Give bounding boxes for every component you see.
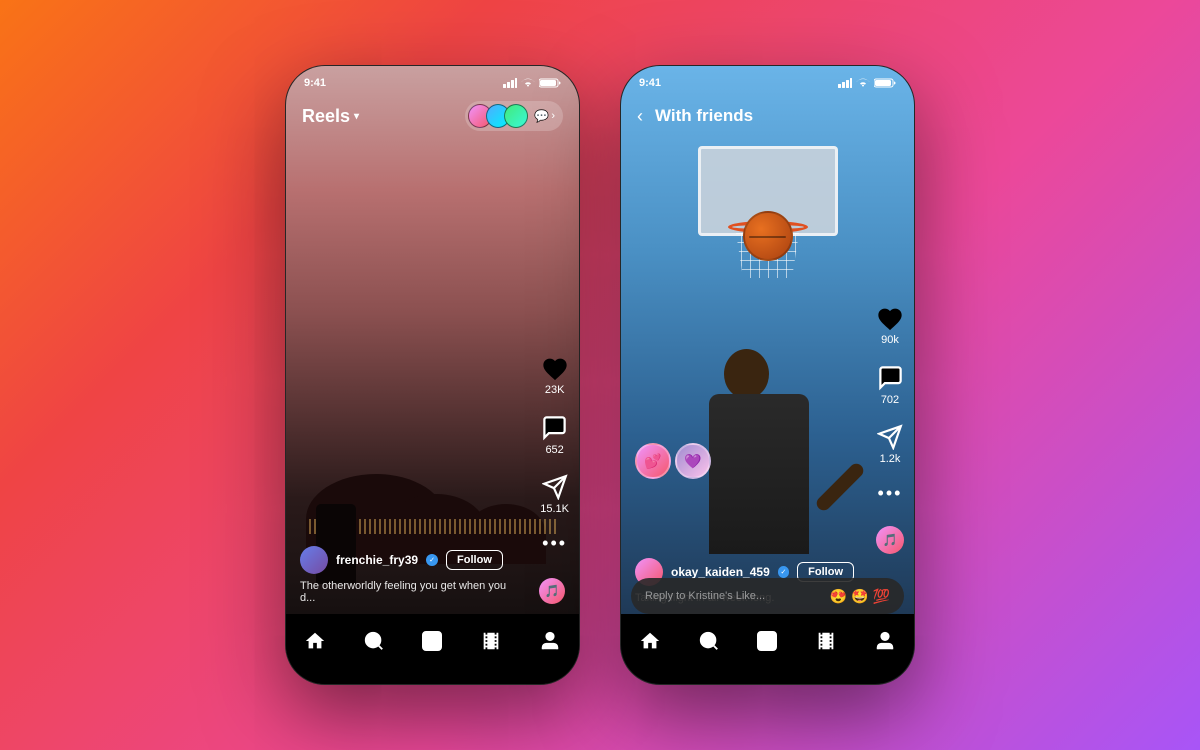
avatar-stack (468, 104, 528, 128)
nav-profile-2[interactable] (867, 623, 903, 659)
status-icons-2 (838, 78, 896, 88)
status-bar-1: 9:41 (286, 66, 579, 94)
verified-badge-2: ✓ (778, 566, 789, 578)
emoji-3[interactable]: 💯 (873, 588, 890, 605)
bottom-nav-2 (621, 614, 914, 684)
signal-icon-2 (838, 78, 852, 88)
user-avatar-1 (300, 546, 328, 574)
share-icon-2 (877, 424, 903, 450)
share-icon (542, 474, 568, 500)
reaction-1: 💕 (635, 443, 671, 479)
comment-count-1: 652 (545, 444, 563, 456)
video-caption-1: The otherworldly feeling you get when yo… (300, 580, 519, 604)
player-head (724, 349, 769, 399)
music-disc-2: 🎵 (876, 526, 904, 554)
reaction-2: 💜 (675, 443, 711, 479)
actions-panel-1: 23K 652 15.1K ••• (540, 355, 569, 554)
nav-add-2[interactable] (749, 623, 785, 659)
basketball-visual (621, 126, 914, 554)
username-2: okay_kaiden_459 (671, 565, 770, 579)
status-bar-2: 9:41 (621, 66, 914, 94)
basketball (743, 211, 793, 261)
comment-count-2: 702 (881, 394, 899, 406)
friend-avatar-3 (504, 104, 528, 128)
reels-title[interactable]: Reels ▾ (302, 106, 359, 127)
with-friends-title: With friends (655, 106, 753, 126)
nav-home[interactable] (297, 623, 333, 659)
phone-2: 9:41 ‹ With friends 90k 702 (620, 65, 915, 685)
bottom-nav-1 (286, 614, 579, 684)
share-action[interactable]: 15.1K (540, 474, 569, 515)
video-info-1: frenchie_fry39 ✓ Follow The otherworldly… (300, 546, 519, 604)
time-2: 9:41 (639, 77, 661, 89)
chat-icon: 💬 (534, 109, 549, 123)
reels-label: Reels (302, 106, 350, 127)
follow-button-1[interactable]: Follow (446, 550, 503, 570)
like-count-1: 23K (545, 384, 565, 396)
signal-icon (503, 78, 517, 88)
reply-placeholder: Reply to Kristine's Like... (645, 590, 822, 602)
back-arrow-button[interactable]: ‹ (637, 106, 643, 127)
like-action[interactable]: 23K (541, 355, 569, 396)
emoji-2[interactable]: 🤩 (851, 588, 868, 605)
reactions-float: 💕 💜 (635, 443, 711, 479)
more-dots-icon: ••• (542, 533, 567, 554)
share-action-2[interactable]: 1.2k (877, 424, 903, 465)
comment-icon-2 (877, 364, 904, 391)
phone-1: 9:41 Reels ▾ 💬 › (285, 65, 580, 685)
battery-icon-2 (874, 78, 896, 88)
comment-icon (541, 414, 568, 441)
share-count-1: 15.1K (540, 503, 569, 515)
verified-badge-1: ✓ (426, 554, 438, 566)
nav-add[interactable] (414, 623, 450, 659)
player-body (709, 394, 809, 554)
music-disc-1: 🎵 (539, 578, 565, 604)
status-icons-1 (503, 78, 561, 88)
actions-panel-2: 90k 702 1.2k ••• 🎵 (876, 305, 904, 554)
friends-avatars-button[interactable]: 💬 › (465, 101, 563, 131)
reply-bar[interactable]: Reply to Kristine's Like... 😍 🤩 💯 (631, 578, 904, 614)
more-dots-icon-2: ••• (878, 483, 903, 504)
battery-icon (539, 78, 561, 88)
more-action-2[interactable]: ••• (878, 483, 903, 504)
nav-reels[interactable] (473, 623, 509, 659)
top-bar-1: Reels ▾ 💬 › (286, 94, 579, 138)
chevron-right-icon: › (551, 110, 555, 122)
comment-action-2[interactable]: 702 (877, 364, 904, 406)
more-action[interactable]: ••• (542, 533, 567, 554)
username-1: frenchie_fry39 (336, 553, 418, 567)
like-action-2[interactable]: 90k (876, 305, 904, 346)
comment-action[interactable]: 652 (541, 414, 568, 456)
emoji-1[interactable]: 😍 (830, 588, 847, 605)
top-bar-2: ‹ With friends (621, 94, 914, 138)
wifi-icon (521, 78, 535, 88)
nav-search[interactable] (356, 623, 392, 659)
nav-home-2[interactable] (632, 623, 668, 659)
heart-icon-2 (876, 305, 904, 331)
user-row-1: frenchie_fry39 ✓ Follow (300, 546, 519, 574)
wifi-icon-2 (856, 78, 870, 88)
heart-icon (541, 355, 569, 381)
reels-chevron: ▾ (354, 111, 359, 122)
nav-profile[interactable] (532, 623, 568, 659)
like-count-2: 90k (881, 334, 899, 346)
nav-search-2[interactable] (691, 623, 727, 659)
player-arm (814, 461, 866, 513)
share-count-2: 1.2k (880, 453, 901, 465)
time-1: 9:41 (304, 77, 326, 89)
nav-reels-2[interactable] (808, 623, 844, 659)
reply-emojis: 😍 🤩 💯 (830, 588, 890, 605)
